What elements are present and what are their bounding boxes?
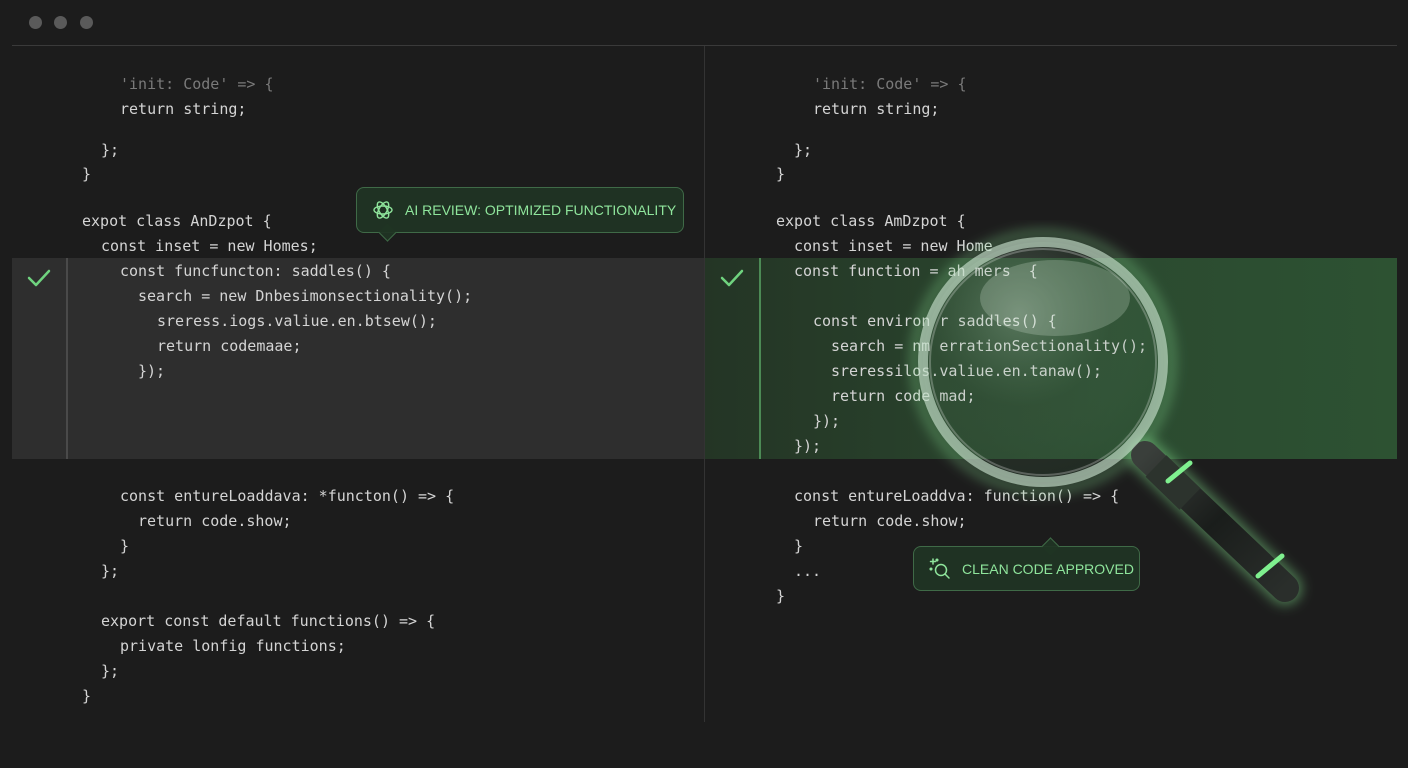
clean-code-badge[interactable]: CLEAN CODE APPROVED (913, 537, 1140, 591)
code-line: return string; (813, 100, 940, 118)
code-line: } (776, 165, 786, 183)
code-line: }; (794, 141, 813, 159)
badge-pointer (378, 223, 397, 242)
code-line: } (82, 165, 92, 183)
code-line: 'init: Code' => { (120, 75, 274, 93)
code-line: return code mad; (831, 387, 976, 405)
code-line: } (120, 537, 130, 555)
code-line: export const default functions() => { (101, 612, 436, 630)
code-line: return code.show; (138, 512, 292, 530)
code-line: }; (101, 662, 120, 680)
ai-review-label: AI REVIEW: OPTIMIZED FUNCTIONALITY (405, 202, 677, 218)
code-line: }; (101, 562, 120, 580)
code-line: const inset = new Home (794, 237, 993, 255)
close-dot-button[interactable] (29, 16, 42, 29)
checkmark-icon (27, 269, 51, 287)
code-line: search = nm errationSectionality(); (831, 337, 1148, 355)
code-line: return code.show; (813, 512, 967, 530)
title-bar (0, 0, 1408, 46)
left-gutter-bar (66, 258, 68, 459)
code-line: return codemaae; (157, 337, 302, 355)
code-line: ... (794, 562, 822, 580)
right-gutter-bar (759, 258, 761, 459)
code-line: 'init: Code' => { (813, 75, 967, 93)
code-line: return string; (120, 100, 247, 118)
code-line: sreressilos.valiue.en.tanaw(); (831, 362, 1102, 380)
code-line: const inset = new Homes; (101, 237, 318, 255)
code-line: const function = ah mers { (794, 262, 1038, 280)
code-line: } (776, 587, 786, 605)
code-line: } (82, 687, 92, 705)
code-line: }); (138, 362, 166, 380)
code-line: }); (813, 412, 841, 430)
code-line: sreress.iogs.valiue.en.btsew(); (157, 312, 437, 330)
badge-pointer (1041, 537, 1060, 556)
code-line: }; (101, 141, 120, 159)
code-line: search = new Dnbesimonsectionality(); (138, 287, 473, 305)
right-highlight-band (705, 258, 1397, 459)
code-line: const entureLoaddva: function() => { (794, 487, 1120, 505)
clean-code-label: CLEAN CODE APPROVED (962, 560, 1134, 577)
code-review-window: 'init: Code' => { return string; }; } ex… (0, 0, 1408, 768)
maximize-dot-button[interactable] (80, 16, 93, 29)
code-line: } (794, 537, 804, 555)
checkmark-icon (720, 269, 744, 287)
code-line: const environ r saddles() { (813, 312, 1057, 330)
sparkle-search-icon (929, 557, 950, 579)
code-line: const entureLoaddava: *functon() => { (120, 487, 455, 505)
code-line: private lonfig functions; (120, 637, 346, 655)
code-line: expot class AnDzpot { (82, 212, 272, 230)
ai-review-badge[interactable]: AI REVIEW: OPTIMIZED FUNCTIONALITY (356, 187, 684, 242)
openai-logo-icon (373, 201, 393, 219)
code-line: }); (794, 437, 822, 455)
code-line: expot class AmDzpot { (776, 212, 966, 230)
code-line: const funcfuncton: saddles() { (120, 262, 391, 280)
minimize-dot-button[interactable] (54, 16, 67, 29)
